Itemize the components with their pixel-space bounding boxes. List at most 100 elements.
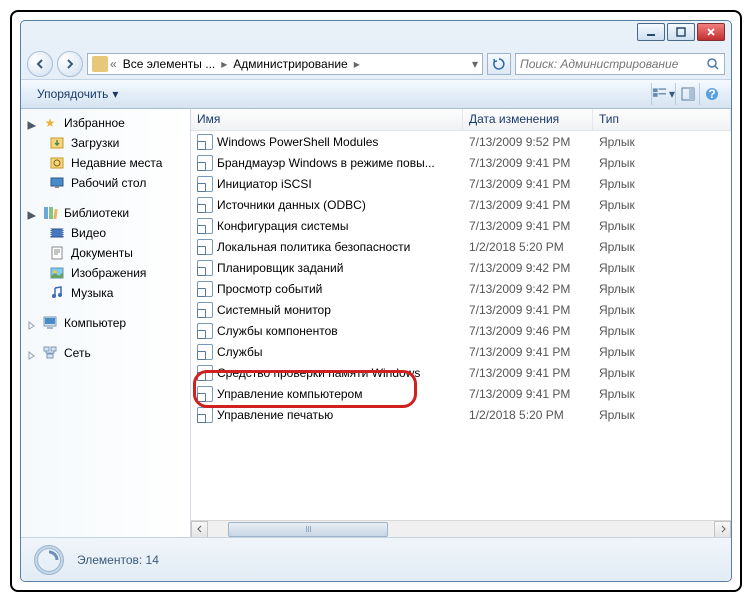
nav-forward-button[interactable] xyxy=(57,51,83,77)
file-type: Ярлык xyxy=(599,177,635,191)
shortcut-icon xyxy=(197,302,213,318)
column-header-type[interactable]: Тип xyxy=(593,109,731,130)
refresh-button[interactable] xyxy=(487,53,511,75)
file-type: Ярлык xyxy=(599,345,635,359)
file-name: Службы компонентов xyxy=(217,324,469,338)
file-date: 7/13/2009 9:52 PM xyxy=(469,135,599,149)
file-type: Ярлык xyxy=(599,324,635,338)
column-header-date[interactable]: Дата изменения xyxy=(463,109,593,130)
shortcut-icon xyxy=(197,386,213,402)
scroll-left-button[interactable] xyxy=(191,521,208,538)
sidebar-item-downloads[interactable]: Загрузки xyxy=(21,133,190,153)
status-bar: Элементов: 14 xyxy=(21,537,731,581)
music-icon xyxy=(49,285,65,301)
breadcrumb-segment[interactable]: Администрирование xyxy=(229,57,351,71)
search-box[interactable] xyxy=(515,53,725,75)
navigation-pane: ★Избранное Загрузки Недавние места Рабоч… xyxy=(21,109,191,537)
file-row[interactable]: Средство проверки памяти Windows7/13/200… xyxy=(191,362,731,383)
file-name: Управление компьютером xyxy=(217,387,469,401)
breadcrumb-segment[interactable]: Все элементы ... xyxy=(119,57,220,71)
sidebar-favorites[interactable]: ★Избранное xyxy=(21,113,190,133)
desktop-icon xyxy=(49,175,65,191)
file-name: Брандмауэр Windows в режиме повы... xyxy=(217,156,469,170)
file-row[interactable]: Конфигурация системы7/13/2009 9:41 PMЯрл… xyxy=(191,215,731,236)
file-name: Просмотр событий xyxy=(217,282,469,296)
folder-icon xyxy=(92,56,108,72)
sidebar-item-documents[interactable]: Документы xyxy=(21,243,190,263)
file-name: Планировщик заданий xyxy=(217,261,469,275)
file-row[interactable]: Системный монитор7/13/2009 9:41 PMЯрлык xyxy=(191,299,731,320)
file-date: 7/13/2009 9:42 PM xyxy=(469,261,599,275)
file-row[interactable]: Локальная политика безопасности1/2/2018 … xyxy=(191,236,731,257)
sidebar-network[interactable]: Сеть xyxy=(21,343,190,363)
help-button[interactable]: ? xyxy=(699,83,723,105)
horizontal-scrollbar[interactable] xyxy=(191,520,731,537)
file-row[interactable]: Брандмауэр Windows в режиме повы...7/13/… xyxy=(191,152,731,173)
file-date: 7/13/2009 9:41 PM xyxy=(469,345,599,359)
chevron-down-icon[interactable]: ▾ xyxy=(472,57,478,71)
search-icon xyxy=(706,57,720,71)
shortcut-icon xyxy=(197,176,213,192)
file-date: 7/13/2009 9:41 PM xyxy=(469,387,599,401)
file-row[interactable]: Инициатор iSCSI7/13/2009 9:41 PMЯрлык xyxy=(191,173,731,194)
file-type: Ярлык xyxy=(599,156,635,170)
maximize-button[interactable] xyxy=(667,23,695,41)
chevron-right-icon: ▸ xyxy=(354,57,360,71)
sidebar-item-desktop[interactable]: Рабочий стол xyxy=(21,173,190,193)
file-row[interactable]: Windows PowerShell Modules7/13/2009 9:52… xyxy=(191,131,731,152)
file-type: Ярлык xyxy=(599,366,635,380)
file-date: 7/13/2009 9:41 PM xyxy=(469,198,599,212)
nav-back-button[interactable] xyxy=(27,51,53,77)
scroll-right-button[interactable] xyxy=(714,521,731,538)
breadcrumb[interactable]: « Все элементы ... ▸ Администрирование ▸… xyxy=(87,53,483,75)
sidebar-label: Избранное xyxy=(64,116,125,130)
file-type: Ярлык xyxy=(599,282,635,296)
file-type: Ярлык xyxy=(599,261,635,275)
network-icon xyxy=(42,345,58,361)
search-input[interactable] xyxy=(520,57,706,71)
file-date: 7/13/2009 9:41 PM xyxy=(469,219,599,233)
shortcut-icon xyxy=(197,218,213,234)
column-header-name[interactable]: Имя xyxy=(191,109,463,130)
sidebar-computer[interactable]: Компьютер xyxy=(21,313,190,333)
pictures-icon xyxy=(49,265,65,281)
file-row[interactable]: Источники данных (ODBC)7/13/2009 9:41 PM… xyxy=(191,194,731,215)
shortcut-icon xyxy=(197,365,213,381)
file-row[interactable]: Управление компьютером7/13/2009 9:41 PMЯ… xyxy=(191,383,731,404)
preview-pane-button[interactable] xyxy=(675,83,699,105)
minimize-button[interactable] xyxy=(637,23,665,41)
sidebar-label: Компьютер xyxy=(64,316,126,330)
collapse-icon[interactable] xyxy=(27,209,36,218)
file-row[interactable]: Планировщик заданий7/13/2009 9:42 PMЯрлы… xyxy=(191,257,731,278)
sidebar-libraries[interactable]: Библиотеки xyxy=(21,203,190,223)
sidebar-item-pictures[interactable]: Изображения xyxy=(21,263,190,283)
titlebar xyxy=(21,21,731,49)
shortcut-icon xyxy=(197,281,213,297)
content-area: Имя Дата изменения Тип Windows PowerShel… xyxy=(191,109,731,537)
file-row[interactable]: Просмотр событий7/13/2009 9:42 PMЯрлык xyxy=(191,278,731,299)
file-row[interactable]: Службы7/13/2009 9:41 PMЯрлык xyxy=(191,341,731,362)
sidebar-item-recent[interactable]: Недавние места xyxy=(21,153,190,173)
file-type: Ярлык xyxy=(599,387,635,401)
file-date: 7/13/2009 9:41 PM xyxy=(469,156,599,170)
shortcut-icon xyxy=(197,407,213,423)
file-date: 1/2/2018 5:20 PM xyxy=(469,408,599,422)
file-row[interactable]: Управление печатью1/2/2018 5:20 PMЯрлык xyxy=(191,404,731,425)
expand-icon[interactable] xyxy=(27,319,36,328)
address-bar: « Все элементы ... ▸ Администрирование ▸… xyxy=(21,49,731,79)
view-options-button[interactable]: ▾ xyxy=(651,83,675,105)
sidebar-item-music[interactable]: Музыка xyxy=(21,283,190,303)
file-type: Ярлык xyxy=(599,219,635,233)
sidebar-item-video[interactable]: Видео xyxy=(21,223,190,243)
scrollbar-thumb[interactable] xyxy=(228,522,388,537)
chevron-right-icon: ▸ xyxy=(221,57,227,71)
file-row[interactable]: Службы компонентов7/13/2009 9:46 PMЯрлык xyxy=(191,320,731,341)
expand-icon[interactable] xyxy=(27,349,36,358)
file-type: Ярлык xyxy=(599,135,635,149)
folder-large-icon xyxy=(31,542,67,578)
organize-button[interactable]: Упорядочить ▾ xyxy=(29,83,126,105)
collapse-icon[interactable] xyxy=(27,119,36,128)
shortcut-icon xyxy=(197,344,213,360)
file-name: Конфигурация системы xyxy=(217,219,469,233)
close-button[interactable] xyxy=(697,23,725,41)
